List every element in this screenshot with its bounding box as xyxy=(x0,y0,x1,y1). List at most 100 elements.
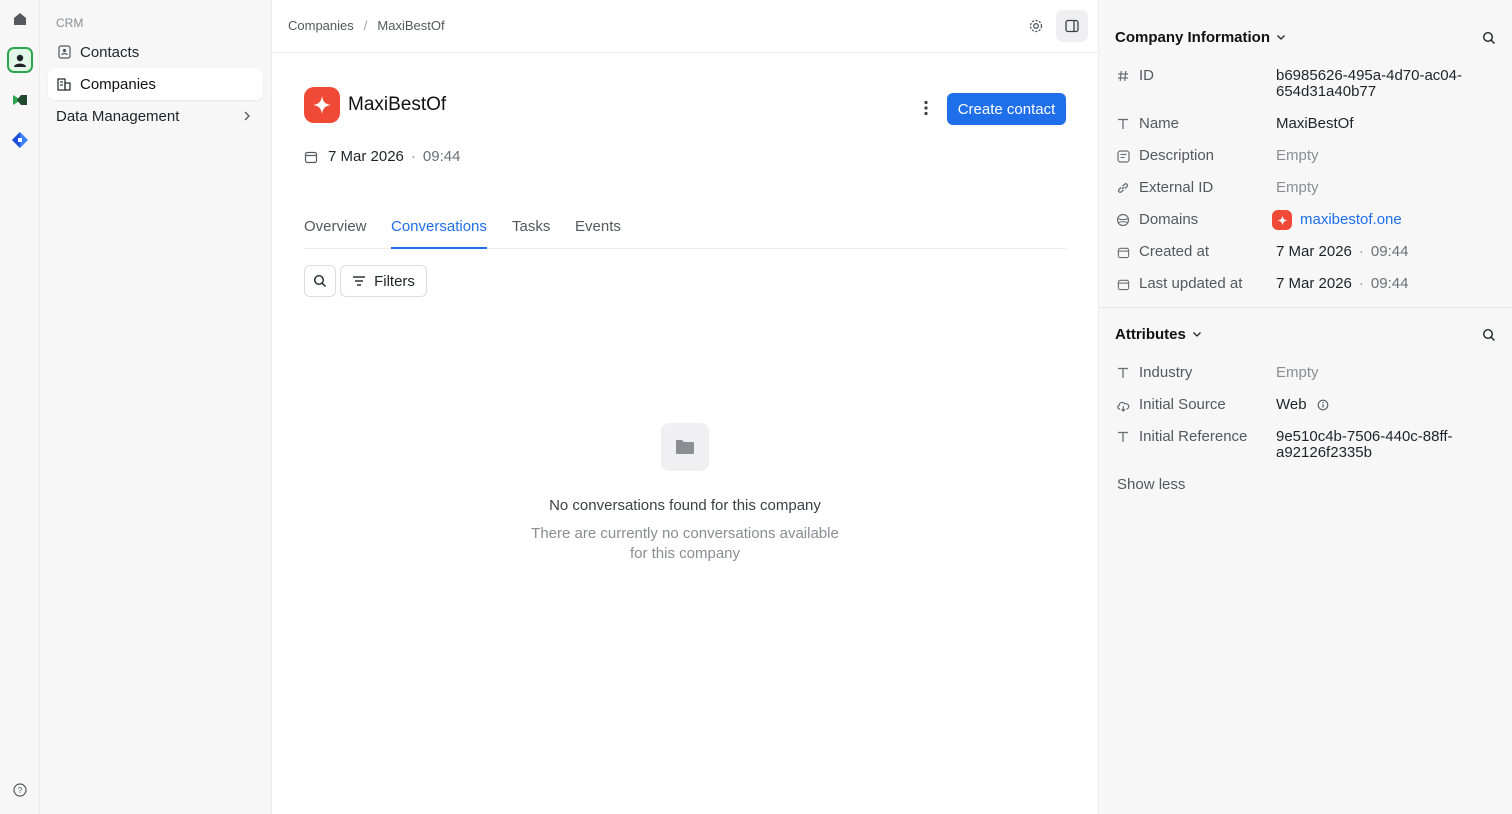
attributes-toggle[interactable]: Attributes xyxy=(1115,326,1202,343)
sidebar: CRM Contacts Companies Data Management xyxy=(40,0,272,814)
field-value[interactable]: b6985626-495a-4d70-ac04-654d31a40b77 xyxy=(1276,66,1496,100)
breadcrumb-parent-link[interactable]: Companies xyxy=(288,18,354,33)
field-label: Last updated at xyxy=(1139,275,1243,292)
link-icon xyxy=(1115,178,1131,198)
field-last-updated-at: Last updated at 7 Mar 2026 · 09:44 xyxy=(1115,274,1505,294)
meta-separator: · xyxy=(410,148,416,165)
sidebar-item-label: Data Management xyxy=(56,107,180,125)
crm-app-icon[interactable] xyxy=(7,47,33,73)
sidebar-item-label: Contacts xyxy=(80,43,140,61)
contact-book-icon xyxy=(56,44,72,60)
created-date: 7 Mar 2026 xyxy=(1276,243,1352,260)
breadcrumb-current: MaxiBestOf xyxy=(377,18,445,33)
field-label: Initial Source xyxy=(1139,396,1226,413)
show-less-button[interactable]: Show less xyxy=(1117,476,1185,493)
search-button[interactable] xyxy=(304,265,336,297)
tab-overview[interactable]: Overview xyxy=(304,218,367,249)
calendar-icon xyxy=(1115,274,1131,294)
company-information-toggle[interactable]: Company Information xyxy=(1115,29,1286,46)
section-title: Attributes xyxy=(1115,326,1186,343)
breadcrumb: Companies / MaxiBestOf xyxy=(288,18,445,33)
sidebar-panel-icon xyxy=(1065,19,1079,33)
text-icon xyxy=(1115,363,1131,383)
meet-app-icon[interactable] xyxy=(7,87,33,113)
chevron-right-icon xyxy=(243,109,251,126)
sidebar-section-label: CRM xyxy=(56,16,84,30)
sidebar-item-contacts[interactable]: Contacts xyxy=(48,36,263,68)
home-icon[interactable] xyxy=(7,6,33,32)
more-options-button[interactable] xyxy=(914,94,938,122)
field-domains: Domains maxibestof.one xyxy=(1115,208,1505,230)
cube-app-icon[interactable] xyxy=(7,127,33,153)
company-logo xyxy=(304,87,340,123)
main-content: Companies / MaxiBestOf MaxiBestOf Create… xyxy=(272,0,1098,814)
search-icon xyxy=(313,274,326,287)
field-name: Name MaxiBestOf xyxy=(1115,114,1505,134)
hash-icon xyxy=(1115,66,1131,86)
globe-icon xyxy=(1115,210,1131,230)
tab-conversations[interactable]: Conversations xyxy=(391,218,487,249)
company-name: MaxiBestOf xyxy=(348,94,447,115)
settings-button[interactable] xyxy=(1020,10,1052,42)
field-value[interactable]: Web xyxy=(1276,395,1496,415)
field-label: Initial Reference xyxy=(1139,428,1248,445)
text-icon xyxy=(1115,427,1131,447)
section-title: Company Information xyxy=(1115,29,1271,46)
chevron-down-icon xyxy=(1192,331,1202,338)
info-icon[interactable] xyxy=(1317,399,1329,411)
domain-link[interactable]: maxibestof.one xyxy=(1272,208,1496,230)
tab-events[interactable]: Events xyxy=(575,218,621,249)
field-label: Industry xyxy=(1139,364,1193,381)
sidebar-item-label: Companies xyxy=(80,75,156,93)
help-icon[interactable]: ? xyxy=(7,777,33,803)
top-bar: Companies / MaxiBestOf xyxy=(272,0,1098,53)
created-time: 09:44 xyxy=(1370,243,1409,260)
field-value: 7 Mar 2026 · 09:44 xyxy=(1276,242,1496,262)
details-panel: Company Information ID b6985626-495a-4d7… xyxy=(1098,0,1512,814)
sidebar-item-data-management[interactable]: Data Management xyxy=(48,100,263,132)
filters-button[interactable]: Filters xyxy=(340,265,427,297)
field-value[interactable]: Empty xyxy=(1276,363,1496,383)
meta-separator: · xyxy=(1358,243,1364,260)
field-label: Created at xyxy=(1139,243,1210,260)
folder-icon xyxy=(661,423,709,471)
sparkle-icon xyxy=(313,96,331,114)
field-value[interactable]: Empty xyxy=(1276,146,1496,166)
field-label: ID xyxy=(1139,67,1154,84)
toggle-panel-button[interactable] xyxy=(1056,10,1088,42)
initial-source-value: Web xyxy=(1276,396,1307,413)
company-created-meta: 7 Mar 2026 · 09:44 xyxy=(304,148,460,165)
domain-value: maxibestof.one xyxy=(1300,211,1402,228)
empty-state-title: No conversations found for this company xyxy=(549,497,821,514)
field-value: 7 Mar 2026 · 09:44 xyxy=(1276,274,1496,294)
meta-separator: · xyxy=(1358,275,1364,292)
tabs: Overview Conversations Tasks Events xyxy=(304,214,1066,249)
field-value[interactable]: 9e510c4b-7506-440c-88ff-a92126f2335b xyxy=(1276,427,1496,461)
field-description: Description Empty xyxy=(1115,146,1505,166)
search-icon[interactable] xyxy=(1479,325,1499,345)
search-icon[interactable] xyxy=(1479,28,1499,48)
tab-tasks[interactable]: Tasks xyxy=(512,218,550,249)
field-label: Name xyxy=(1139,115,1180,132)
more-vertical-icon xyxy=(924,100,928,116)
gear-icon xyxy=(1029,19,1043,33)
create-contact-button[interactable]: Create contact xyxy=(947,93,1066,125)
field-label: External ID xyxy=(1139,179,1214,196)
field-created-at: Created at 7 Mar 2026 · 09:44 xyxy=(1115,242,1505,262)
text-icon xyxy=(1115,114,1131,134)
note-icon xyxy=(1115,146,1131,166)
company-time: 09:44 xyxy=(422,148,461,165)
svg-text:?: ? xyxy=(18,786,23,795)
field-label: Domains xyxy=(1139,211,1199,228)
section-divider xyxy=(1099,307,1512,308)
sidebar-item-companies[interactable]: Companies xyxy=(48,68,263,100)
field-industry: Industry Empty xyxy=(1115,363,1505,383)
field-value[interactable]: MaxiBestOf xyxy=(1276,114,1496,134)
field-value[interactable]: Empty xyxy=(1276,178,1496,198)
sparkle-icon xyxy=(1272,210,1292,230)
building-icon xyxy=(56,76,72,92)
field-id: ID b6985626-495a-4d70-ac04-654d31a40b77 xyxy=(1115,66,1505,100)
breadcrumb-separator: / xyxy=(363,18,368,33)
filters-label: Filters xyxy=(374,272,415,290)
chevron-down-icon xyxy=(1276,34,1286,41)
